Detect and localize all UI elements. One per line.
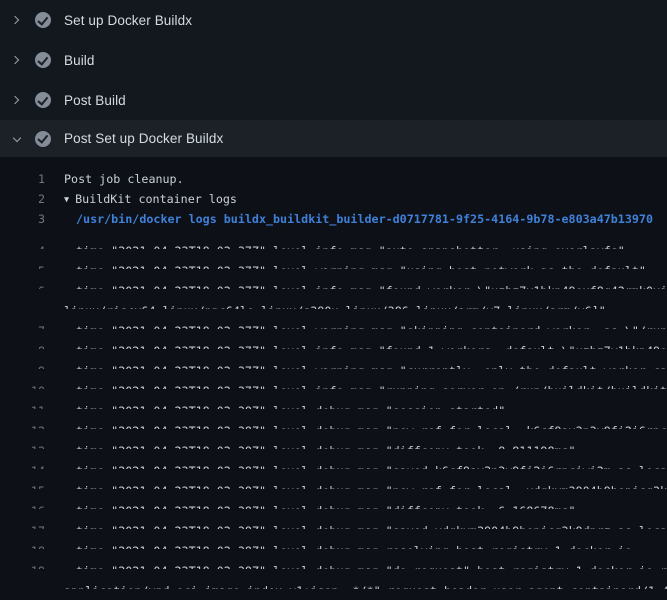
log-row: 9time="2021-04-23T18:02:37Z" level=warni… (0, 349, 667, 369)
log-text: time="2021-04-23T18:02:37Z" level=info m… (45, 241, 625, 249)
line-number (0, 301, 45, 309)
log-text: time="2021-04-23T18:02:37Z" level=warnin… (45, 361, 667, 369)
line-number[interactable]: 19 (0, 561, 45, 569)
log-row: linux/riscv64 linux/ppc64le linux/s390x … (0, 289, 667, 309)
line-number[interactable]: 5 (0, 261, 45, 269)
chevron-right-icon[interactable] (12, 55, 22, 65)
log-row: 5time="2021-04-23T18:02:37Z" level=warni… (0, 249, 667, 269)
log-row: 8time="2021-04-23T18:02:37Z" level=info … (0, 329, 667, 349)
log-text: time="2021-04-23T18:02:37Z" level=warnin… (45, 321, 667, 329)
log-text: time="2021-04-23T18:02:38Z" level=debug … (45, 501, 576, 509)
chevron-down-icon[interactable] (12, 134, 22, 144)
log-row: 7time="2021-04-23T18:02:37Z" level=warni… (0, 309, 667, 329)
step-title: Build (64, 53, 95, 68)
group-toggle-icon[interactable]: ▼ (64, 190, 69, 210)
log-text: time="2021-04-23T18:02:37Z" level=info m… (45, 341, 667, 349)
line-number[interactable]: 3 (0, 209, 45, 229)
line-number[interactable]: 8 (0, 341, 45, 349)
check-circle-icon (35, 92, 51, 108)
log-row: 18time="2021-04-23T18:02:38Z" level=debu… (0, 529, 667, 549)
step-title: Set up Docker Buildx (64, 13, 192, 28)
step-header[interactable]: Post Set up Docker Buildx (0, 120, 667, 157)
log-text: time="2021-04-23T18:02:38Z" level=debug … (45, 541, 632, 549)
log-text: linux/riscv64 linux/ppc64le linux/s390x … (45, 301, 606, 309)
log-text: application/vnd.oci.image.index.v1+json,… (45, 581, 667, 589)
log-row: 13time="2021-04-23T18:02:38Z" level=debu… (0, 429, 667, 449)
log-text: time="2021-04-23T18:02:38Z" level=debug … (45, 401, 505, 409)
log-row: 17time="2021-04-23T18:02:38Z" level=debu… (0, 509, 667, 529)
line-number[interactable]: 2 (0, 189, 45, 209)
line-number (0, 581, 45, 589)
log-text: time="2021-04-23T18:02:38Z" level=debug … (45, 441, 576, 449)
log-row: 10time="2021-04-23T18:02:37Z" level=info… (0, 369, 667, 389)
log-text: time="2021-04-23T18:02:38Z" level=debug … (45, 521, 667, 529)
log-row: 6time="2021-04-23T18:02:37Z" level=info … (0, 269, 667, 289)
line-number[interactable]: 15 (0, 481, 45, 489)
step-header[interactable]: Build (0, 40, 667, 80)
log-text: Post job cleanup. (45, 169, 184, 189)
step-title: Post Set up Docker Buildx (64, 131, 223, 146)
log-row: 11time="2021-04-23T18:02:38Z" level=debu… (0, 389, 667, 409)
log-text: time="2021-04-23T18:02:37Z" level=warnin… (45, 261, 646, 269)
log-group-row: 2▼BuildKit container logs (0, 189, 667, 209)
chevron-right-icon[interactable] (12, 95, 22, 105)
log-row: 20time="2021-04-23T18:02:38Z" level=debu… (0, 589, 667, 600)
line-number[interactable]: 16 (0, 501, 45, 509)
log-text: time="2021-04-23T18:02:38Z" level=debug … (45, 561, 667, 569)
log-text[interactable]: ▼BuildKit container logs (45, 189, 237, 209)
log-row: 19time="2021-04-23T18:02:38Z" level=debu… (0, 549, 667, 569)
log-text: time="2021-04-23T18:02:38Z" level=debug … (45, 461, 667, 469)
log-row: 16time="2021-04-23T18:02:38Z" level=debu… (0, 489, 667, 509)
check-circle-icon (35, 131, 51, 147)
log-lines: 1Post job cleanup.2▼BuildKit container l… (0, 157, 667, 600)
log-text: time="2021-04-23T18:02:38Z" level=debug … (45, 481, 667, 489)
line-number[interactable]: 7 (0, 321, 45, 329)
line-number[interactable]: 18 (0, 541, 45, 549)
log-text: time="2021-04-23T18:02:38Z" level=debug … (45, 421, 667, 429)
command-text: /usr/bin/docker logs buildx_buildkit_bui… (45, 209, 653, 229)
check-circle-icon (35, 12, 51, 28)
log-row: 3/usr/bin/docker logs buildx_buildkit_bu… (0, 209, 667, 229)
line-number[interactable]: 6 (0, 281, 45, 289)
line-number[interactable]: 4 (0, 241, 45, 249)
step-header[interactable]: Post Build (0, 80, 667, 120)
chevron-right-icon[interactable] (12, 15, 22, 25)
line-number[interactable]: 12 (0, 421, 45, 429)
line-number[interactable]: 10 (0, 381, 45, 389)
log-row: 15time="2021-04-23T18:02:38Z" level=debu… (0, 469, 667, 489)
step-title: Post Build (64, 93, 126, 108)
line-number[interactable]: 13 (0, 441, 45, 449)
step-header[interactable]: Set up Docker Buildx (0, 0, 667, 40)
line-number[interactable]: 9 (0, 361, 45, 369)
workflow-log-panel: Set up Docker Buildx Build Post Build Post … (0, 0, 667, 600)
log-row: application/vnd.oci.image.index.v1+json,… (0, 569, 667, 589)
line-number[interactable]: 1 (0, 169, 45, 189)
steps-list: Set up Docker Buildx Build Post Build Post … (0, 0, 667, 157)
log-text: time="2021-04-23T18:02:37Z" level=info m… (45, 281, 667, 289)
line-number[interactable]: 17 (0, 521, 45, 529)
log-text: time="2021-04-23T18:02:37Z" level=info m… (45, 381, 667, 389)
line-number[interactable]: 14 (0, 461, 45, 469)
log-row: 4time="2021-04-23T18:02:37Z" level=info … (0, 229, 667, 249)
log-row: 1Post job cleanup. (0, 169, 667, 189)
check-circle-icon (35, 52, 51, 68)
log-row: 14time="2021-04-23T18:02:38Z" level=debu… (0, 449, 667, 469)
log-row: 12time="2021-04-23T18:02:38Z" level=debu… (0, 409, 667, 429)
line-number[interactable]: 11 (0, 401, 45, 409)
